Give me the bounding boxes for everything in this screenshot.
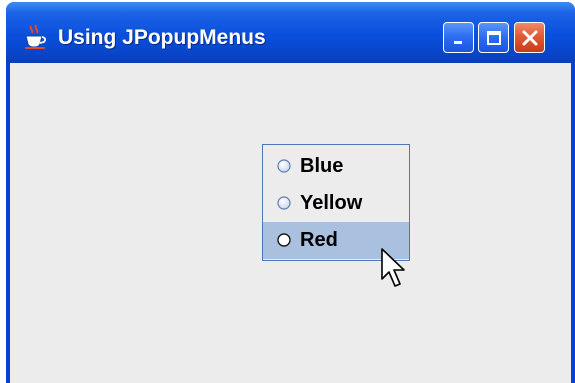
minimize-button[interactable]: [443, 22, 474, 53]
menu-item-blue[interactable]: Blue: [263, 148, 409, 185]
menu-item-label: Red: [300, 229, 338, 251]
maximize-icon: [486, 30, 501, 45]
popup-menu: Blue Yellow Red: [262, 144, 410, 261]
radio-button-icon[interactable]: [277, 159, 291, 173]
radio-button-icon[interactable]: [277, 233, 291, 247]
menu-item-label: Blue: [300, 155, 344, 177]
minimize-icon: [453, 40, 462, 44]
java-coffee-cup-icon[interactable]: [22, 24, 48, 50]
maximize-button[interactable]: [478, 22, 509, 53]
radio-button-icon[interactable]: [277, 196, 291, 210]
window-title: Using JPopupMenus: [58, 26, 266, 49]
close-icon: [522, 30, 537, 45]
menu-item-yellow[interactable]: Yellow: [263, 185, 409, 222]
title-bar[interactable]: Using JPopupMenus: [6, 2, 575, 63]
close-button[interactable]: [514, 22, 545, 53]
menu-item-label: Yellow: [300, 192, 363, 214]
mouse-pointer-icon: [381, 248, 405, 287]
